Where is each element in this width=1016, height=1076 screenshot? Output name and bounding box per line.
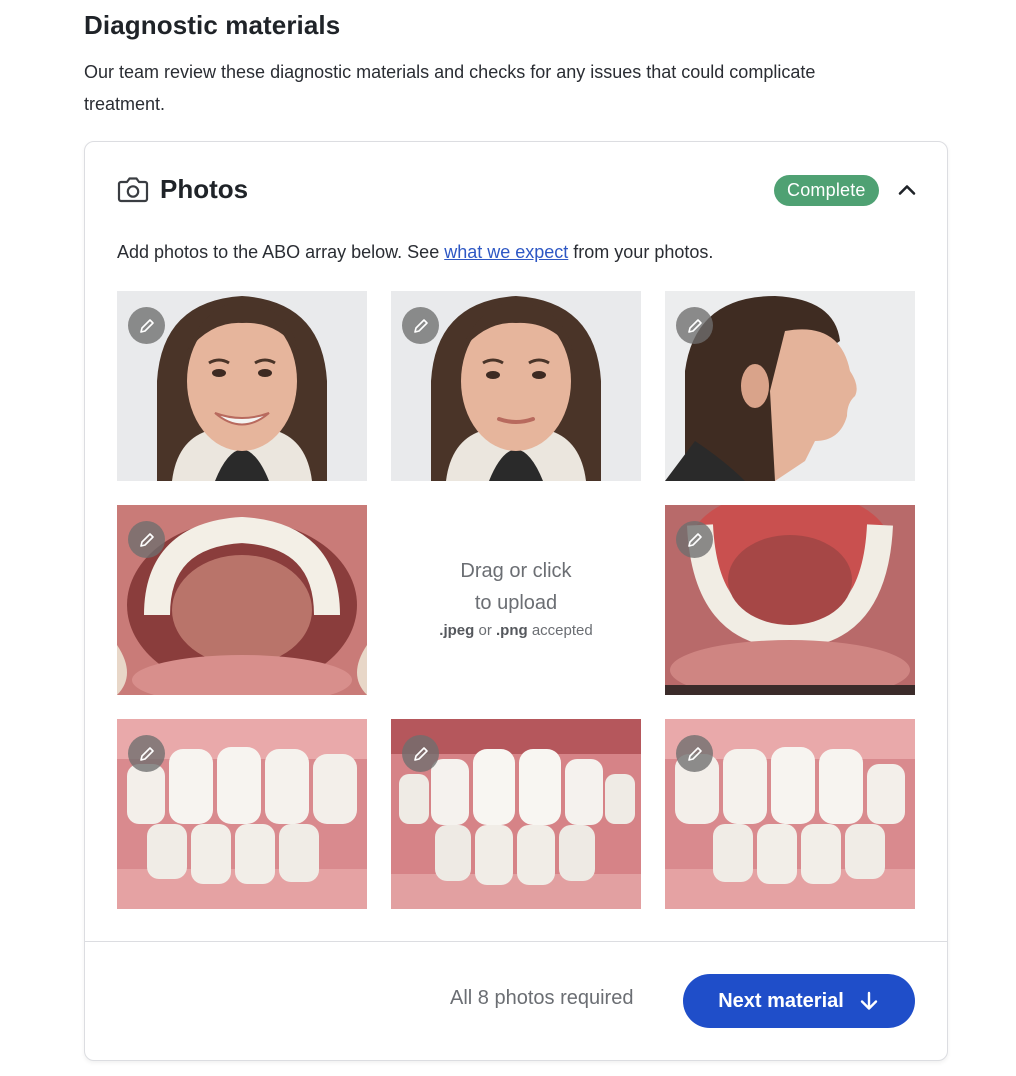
arrow-down-icon [860, 991, 878, 1010]
intro-text: Add photos to the ABO array below. See [117, 242, 445, 262]
photo-left-buccal[interactable] [665, 719, 915, 909]
format-accepted: accepted [527, 622, 593, 639]
pencil-icon[interactable] [676, 307, 713, 344]
pencil-icon[interactable] [676, 521, 713, 558]
photo-face-profile[interactable] [665, 291, 915, 481]
upload-formats: .jpeg or .png accepted [391, 622, 641, 639]
card-title: Photos [160, 174, 249, 204]
card-header[interactable]: Photos Complete [85, 142, 947, 242]
section-title: Diagnostic materials [84, 10, 341, 40]
format-or: or [474, 622, 496, 639]
photo-lower-occlusal[interactable] [665, 505, 915, 695]
next-material-label: Next material [718, 989, 844, 1012]
photo-frontal-teeth[interactable] [391, 719, 641, 909]
card-divider [85, 941, 947, 942]
photos-intro: Add photos to the ABO array below. See w… [117, 238, 713, 266]
photo-right-buccal[interactable] [117, 719, 367, 909]
format-png: .png [496, 622, 528, 639]
intro-text-end: from your photos. [568, 242, 714, 262]
pencil-icon[interactable] [128, 307, 165, 344]
pencil-icon[interactable] [676, 735, 713, 772]
upload-line-2: to upload [474, 592, 558, 614]
pencil-icon[interactable] [128, 521, 165, 558]
pencil-icon[interactable] [128, 735, 165, 772]
pencil-icon[interactable] [402, 307, 439, 344]
upload-dropzone[interactable]: Drag or click to upload .jpeg or .png ac… [391, 505, 641, 695]
photo-face-smile[interactable] [117, 291, 367, 481]
camera-icon [117, 177, 149, 203]
upload-line-1: Drag or click [460, 560, 572, 582]
next-material-button[interactable]: Next material [683, 974, 915, 1028]
photos-required-note: All 8 photos required [450, 987, 634, 1009]
section-description: Our team review these diagnostic materia… [84, 62, 816, 114]
what-we-expect-link[interactable]: what we expect [444, 242, 568, 262]
format-jpeg: .jpeg [439, 622, 475, 639]
photo-upper-occlusal[interactable] [117, 505, 367, 695]
status-badge: Complete [774, 175, 879, 206]
pencil-icon[interactable] [402, 735, 439, 772]
photo-face-neutral[interactable] [391, 291, 641, 481]
photos-card: Photos Complete Add photos to the ABO ar… [84, 141, 948, 1061]
chevron-up-icon[interactable] [895, 178, 919, 202]
